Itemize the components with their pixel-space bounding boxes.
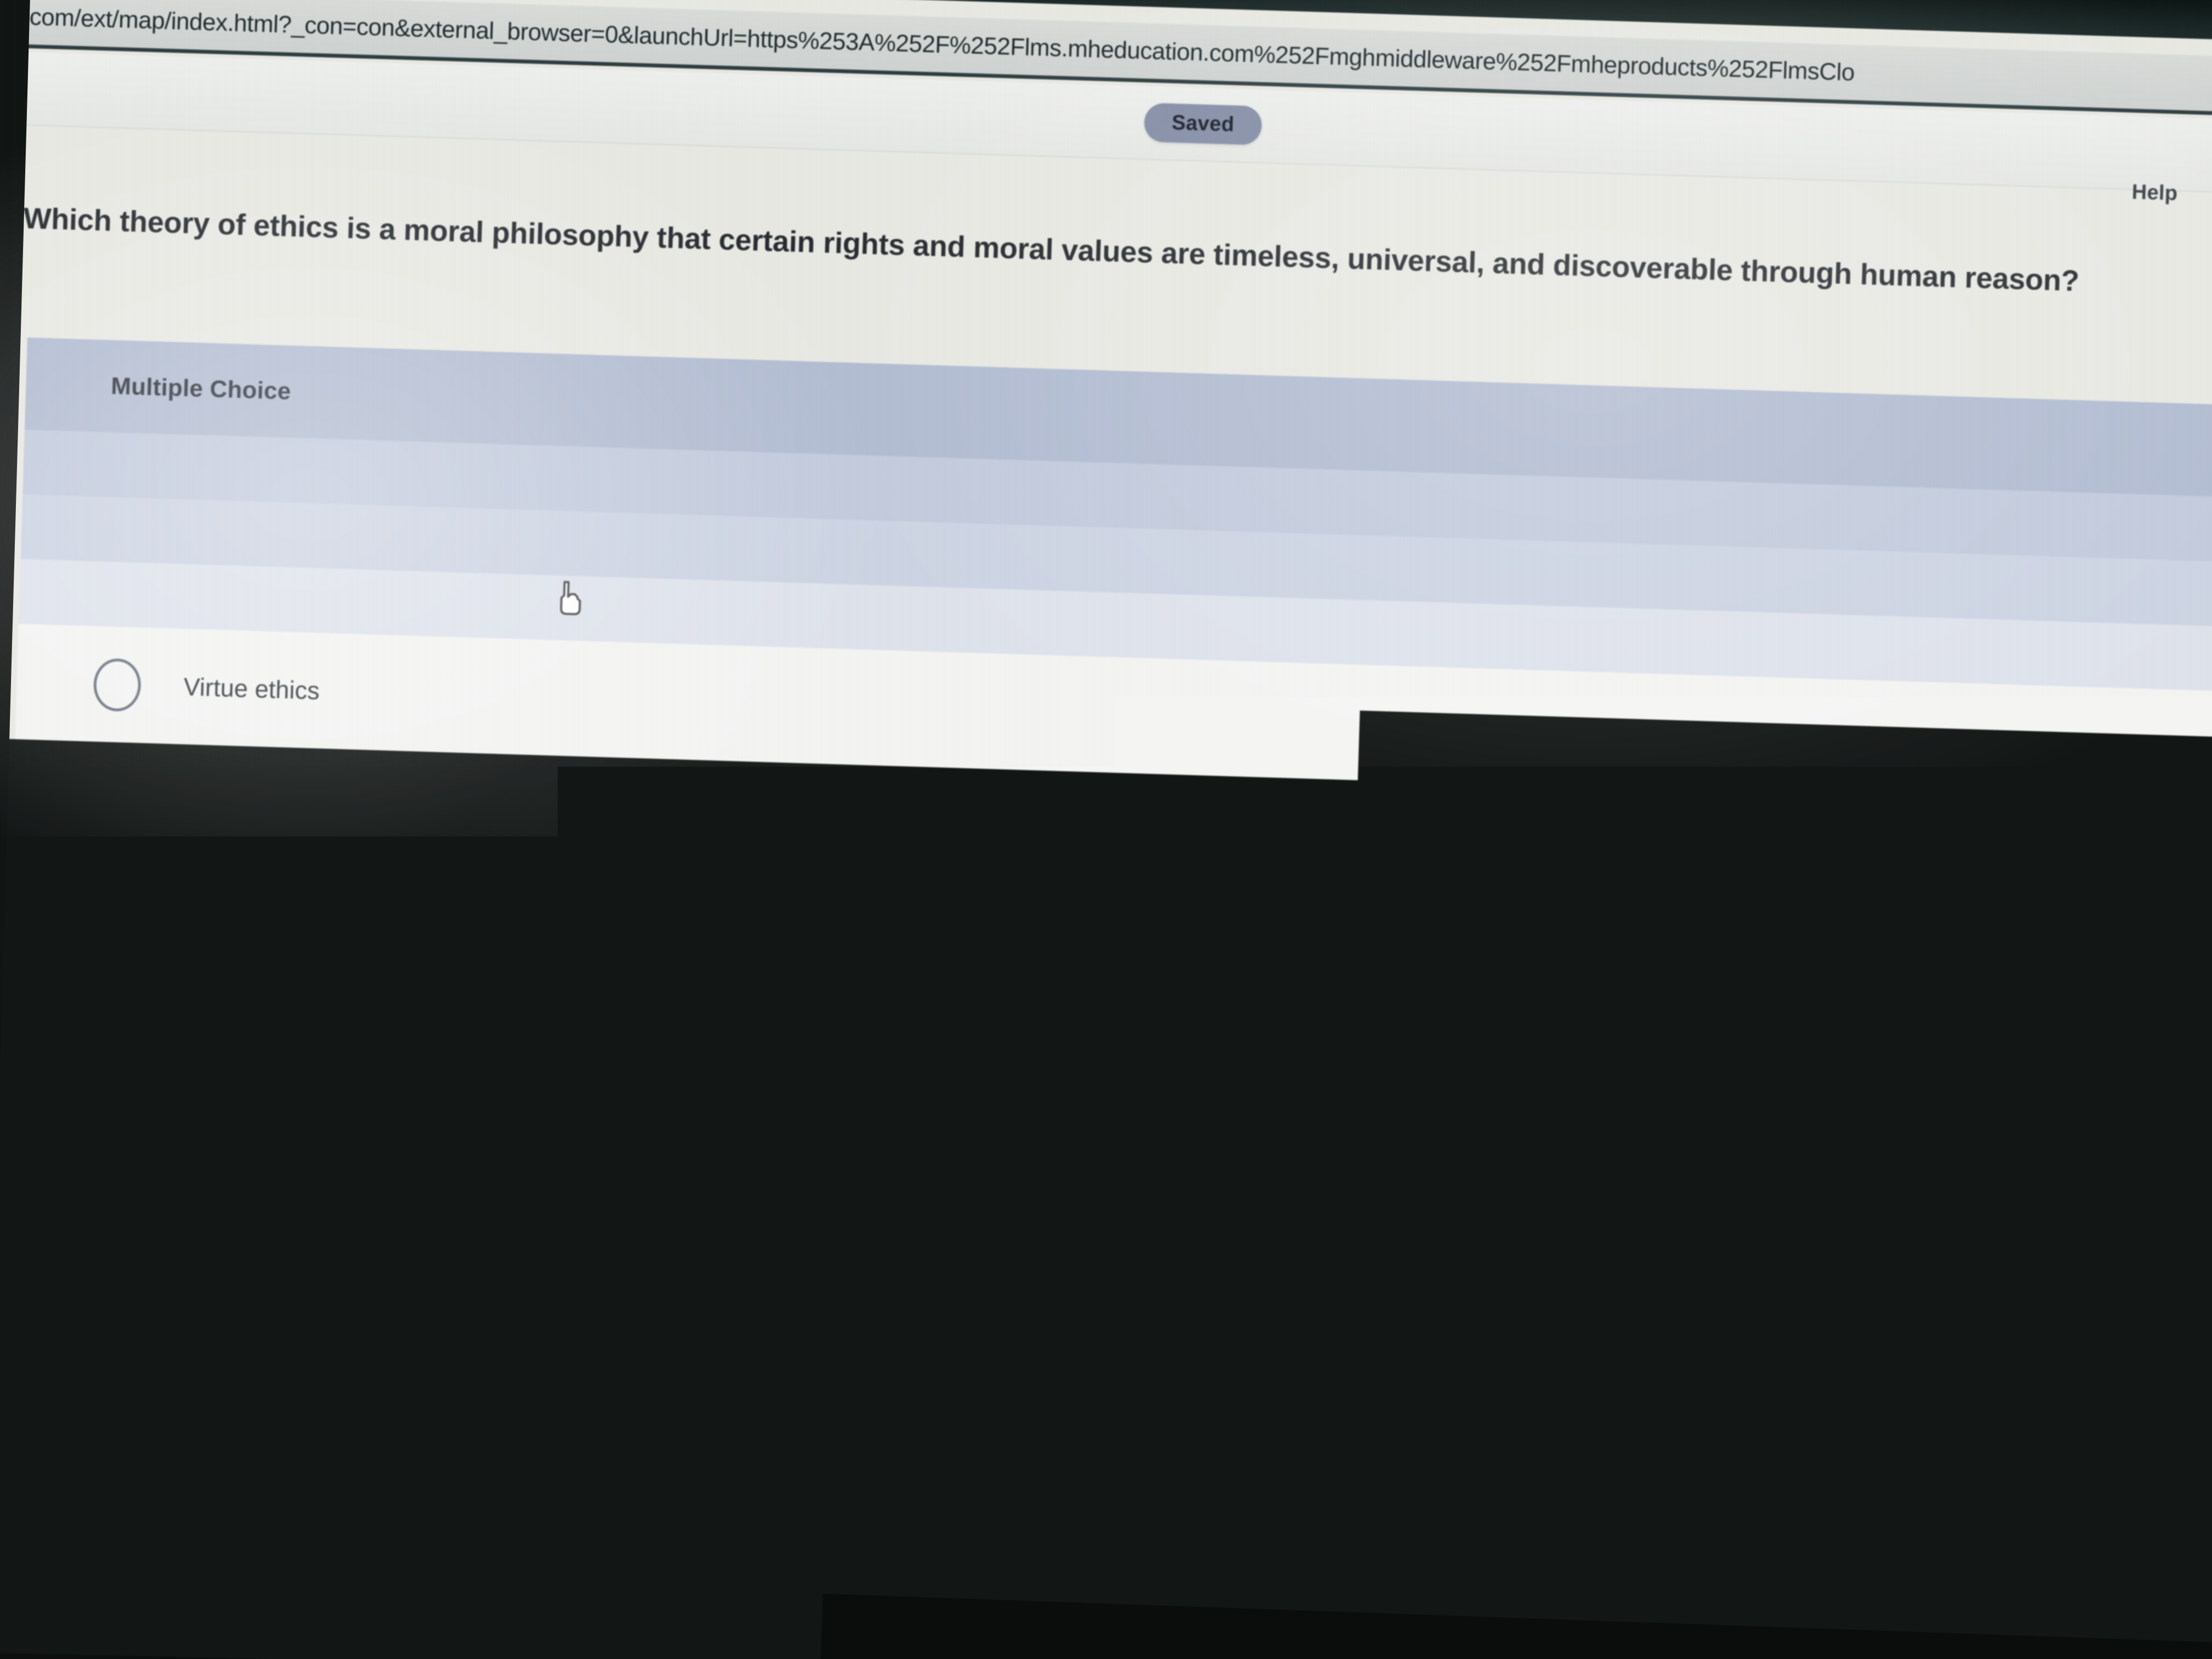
radio-button-icon[interactable]	[79, 1119, 128, 1173]
prev-button-label: Prev	[995, 1479, 1047, 1514]
next-button-label: Next	[1257, 1487, 1310, 1522]
current-page-number: 8	[1080, 1485, 1094, 1511]
chevron-right-icon: ›	[1321, 1491, 1331, 1520]
grid-cell	[1191, 1487, 1198, 1494]
pointing-hand-cursor-icon	[553, 579, 586, 620]
question-map-grid-icon[interactable]	[1190, 1487, 1220, 1516]
radio-button-icon[interactable]	[86, 888, 134, 943]
grid-cell	[1201, 1488, 1209, 1495]
answer-option-label: Natural law theory	[176, 903, 377, 938]
prev-button[interactable]: ‹ Prev	[973, 1478, 1047, 1514]
laptop-screen-photo: ••• education.com/ext/map/index.html?_co…	[0, 0, 2212, 1659]
browser-tab[interactable]: •••	[1435, 0, 1551, 33]
grid-cell	[1190, 1498, 1198, 1505]
next-button[interactable]: Next ›	[1257, 1487, 1331, 1523]
status-badge-saved: Saved	[1144, 103, 1262, 145]
browser-window: ••• education.com/ext/map/index.html?_co…	[0, 0, 2212, 1659]
chevron-left-icon: ‹	[973, 1481, 984, 1510]
total-page-number: 25	[1129, 1486, 1157, 1513]
question-navigation: ‹ Prev 8 of 25 Next ›	[973, 1478, 1331, 1523]
page-of-label: of	[1101, 1485, 1122, 1512]
grid-cell	[1211, 1509, 1218, 1516]
grid-cell	[1211, 1499, 1218, 1506]
radio-button-icon[interactable]	[74, 1292, 122, 1346]
help-link[interactable]: Help	[2131, 180, 2178, 206]
answer-option-label: Virtue ethics	[183, 673, 320, 706]
grid-cell	[1201, 1498, 1208, 1505]
question-text: Which theory of ethics is a moral philos…	[23, 200, 2086, 300]
tab-favicon-icon: •••	[1483, 14, 1503, 33]
answer-option-label: Aristotelian ethics	[169, 1133, 364, 1168]
answer-card: Multiple Choice Virtue ethics Natural la…	[0, 337, 2212, 1443]
grid-cell	[1190, 1508, 1198, 1515]
page-indicator: 8 of 25	[1080, 1485, 1157, 1514]
grid-cell	[1212, 1488, 1219, 1496]
radio-button-icon[interactable]	[93, 658, 142, 712]
question-type-label: Multiple Choice	[111, 373, 291, 405]
answer-option-label: The categorical persuasion	[164, 1307, 462, 1345]
grid-cell	[1201, 1509, 1208, 1516]
